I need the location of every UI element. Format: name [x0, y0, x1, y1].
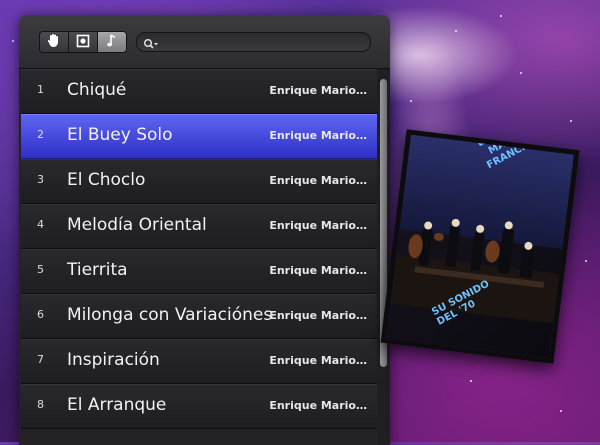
track-title: Tierrita	[67, 260, 128, 280]
track-number: 3	[37, 173, 44, 186]
view-mode-selector	[39, 31, 127, 53]
track-number: 1	[37, 83, 44, 96]
music-mode-button[interactable]	[98, 32, 126, 52]
track-artist: Enrique Mario…	[269, 399, 367, 412]
track-artist: Enrique Mario…	[269, 309, 367, 322]
toolbar	[19, 15, 390, 69]
track-row-selected[interactable]: 2 El Buey Solo Enrique Mario…	[21, 114, 377, 159]
track-title: Chiqué	[67, 80, 127, 100]
track-row[interactable]: 8 El Arranque Enrique Mario…	[21, 384, 377, 429]
track-row[interactable]: 4 Melodía Oriental Enrique Mario…	[21, 204, 377, 249]
track-number: 2	[37, 128, 44, 141]
track-number: 7	[37, 353, 44, 366]
hand-icon	[47, 33, 61, 52]
track-artist: Enrique Mario…	[269, 354, 367, 367]
search-icon	[143, 35, 159, 54]
track-title: El Arranque	[67, 395, 167, 415]
album-cover[interactable]: ENRIQUE MARIO FRANCINI SU SONIDO DEL '70	[380, 129, 580, 364]
track-artist: Enrique Mario…	[269, 129, 367, 142]
track-title: El Buey Solo	[67, 125, 173, 145]
track-artist: Enrique Mario…	[269, 174, 367, 187]
track-number: 5	[37, 263, 44, 276]
search-input[interactable]	[136, 32, 371, 52]
square-target-icon	[76, 33, 90, 52]
square-target-mode-button[interactable]	[69, 32, 98, 52]
track-list: 1 Chiqué Enrique Mario… 2 El Buey Solo E…	[21, 69, 377, 445]
track-number: 8	[37, 398, 44, 411]
track-row[interactable]: 1 Chiqué Enrique Mario…	[21, 69, 377, 114]
track-artist: Enrique Mario…	[269, 219, 367, 232]
track-number: 6	[37, 308, 44, 321]
track-row[interactable]: 7 Inspiración Enrique Mario…	[21, 339, 377, 384]
track-artist: Enrique Mario…	[269, 264, 367, 277]
track-row[interactable]: 3 El Choclo Enrique Mario…	[21, 159, 377, 204]
track-row[interactable]: 6 Milonga con Variaciónes Enrique Mario…	[21, 294, 377, 339]
track-title: Milonga con Variaciónes	[67, 305, 273, 325]
track-artist: Enrique Mario…	[269, 84, 367, 97]
track-title: El Choclo	[67, 170, 146, 190]
music-note-icon	[106, 33, 118, 52]
track-title: Melodía Oriental	[67, 215, 207, 235]
hand-mode-button[interactable]	[40, 32, 69, 52]
track-title: Inspiración	[67, 350, 160, 370]
track-number: 4	[37, 218, 44, 231]
scrollbar[interactable]	[377, 69, 390, 445]
track-row[interactable]: 5 Tierrita Enrique Mario…	[21, 249, 377, 294]
music-browser-window: 1 Chiqué Enrique Mario… 2 El Buey Solo E…	[19, 15, 390, 445]
